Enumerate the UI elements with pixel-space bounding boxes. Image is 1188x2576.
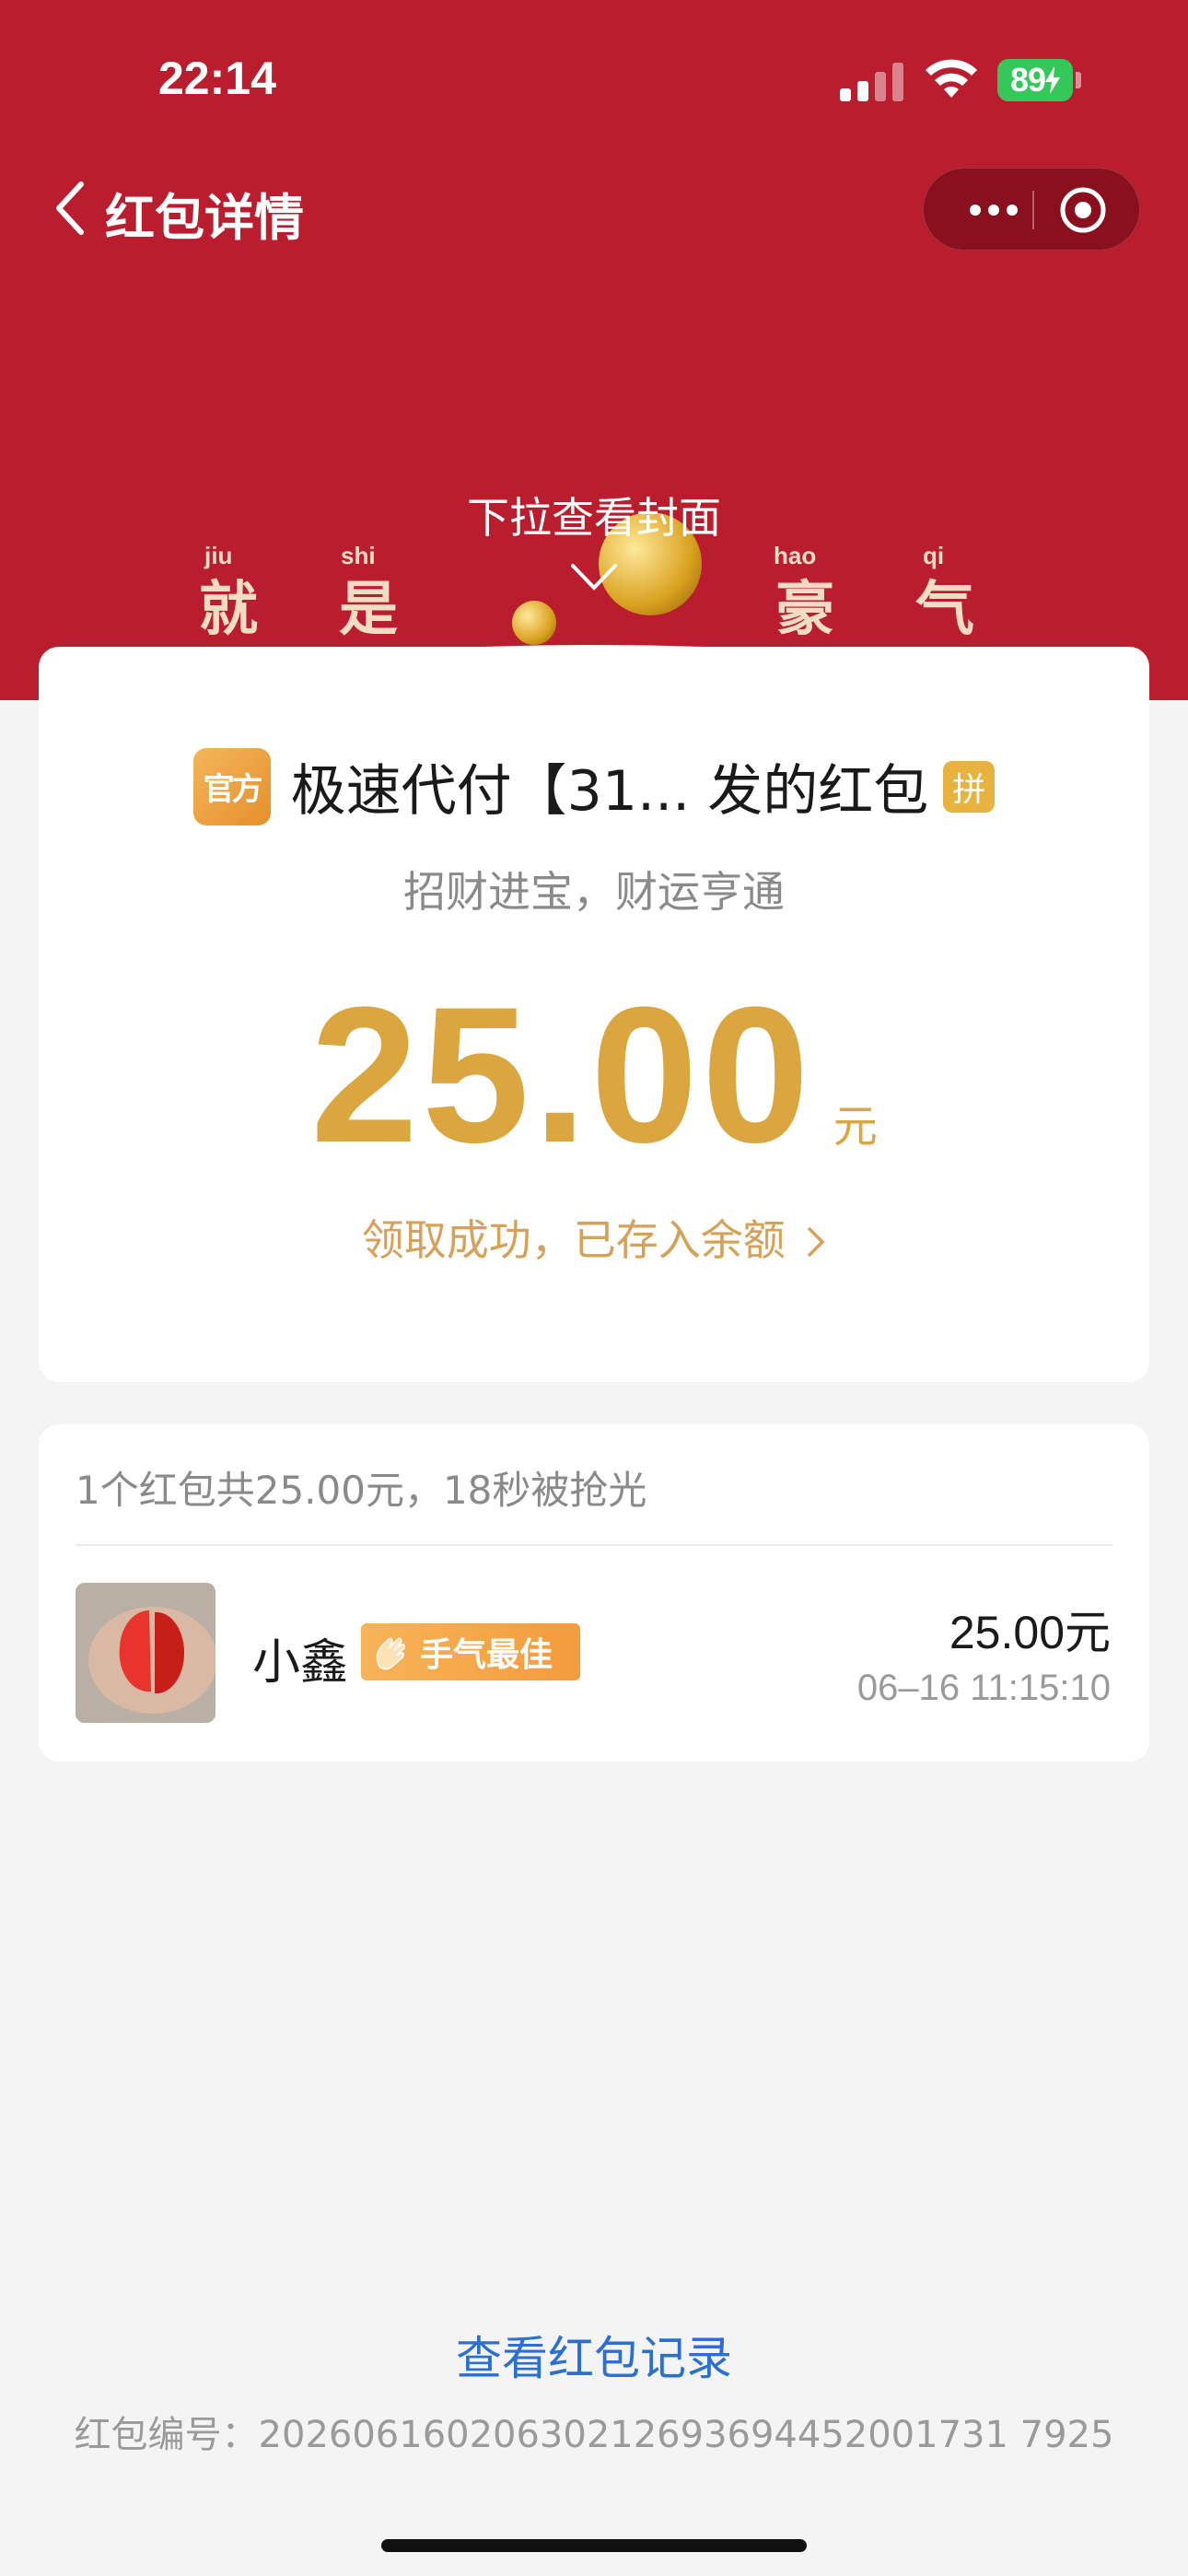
pin-tag: 拼 <box>943 760 996 813</box>
battery-indicator: 89 <box>997 59 1073 101</box>
recipient-list-card: 1个红包共25.00元，18秒被抢光 小鑫 手气最佳 25.00元 06–16 … <box>39 1424 1149 1762</box>
blessing-char-4: 气 <box>915 575 974 644</box>
header-background <box>0 0 1188 700</box>
close-mini-program-icon[interactable] <box>1058 185 1108 235</box>
deposit-status-text: 领取成功，已存入余额 <box>361 1215 786 1265</box>
pull-down-hint: 下拉查看封面 <box>467 493 721 543</box>
received-amount: 25.00 <box>310 966 813 1183</box>
battery-tip <box>1076 72 1081 88</box>
packet-id: 红包编号：20260616020630212693694452001731 79… <box>74 2414 1114 2456</box>
sender-title: 极速代付【31... 发的红包 <box>290 759 929 824</box>
chevron-right-icon <box>808 1227 825 1257</box>
gold-coin-small-icon <box>512 601 556 645</box>
avatar-image <box>76 1583 215 1723</box>
wifi-icon <box>926 59 977 98</box>
recipient-timestamp: 06–16 11:15:10 <box>856 1668 1111 1708</box>
blessing-char-1: 就 <box>199 575 258 644</box>
avatar[interactable] <box>76 1583 215 1723</box>
view-records-link[interactable]: 查看红包记录 <box>0 2322 1188 2388</box>
recipient-amount: 25.00元 <box>949 1607 1111 1658</box>
back-chevron-icon[interactable] <box>52 181 88 236</box>
deposit-status-link[interactable]: 领取成功，已存入余额 <box>39 1207 1149 1268</box>
blessing-char-2: 是 <box>339 575 398 644</box>
greeting-message: 招财进宝，财运亨通 <box>403 867 785 917</box>
packet-summary: 1个红包共25.00元，18秒被抢光 <box>76 1468 647 1513</box>
page-title: 红包详情 <box>105 189 304 247</box>
clapping-hands-icon <box>376 1637 405 1670</box>
charging-bolt-icon <box>1045 66 1061 94</box>
divider <box>76 1544 1112 1546</box>
official-badge: 官方 <box>192 747 271 825</box>
mini-program-capsule <box>923 168 1140 251</box>
battery-level: 89 <box>1009 61 1046 99</box>
best-luck-label: 手气最佳 <box>420 1636 553 1674</box>
cellular-signal-icon <box>840 61 904 101</box>
status-time: 22:14 <box>158 53 276 104</box>
chevron-down-icon <box>571 564 617 591</box>
more-options-icon[interactable] <box>957 169 1031 252</box>
sender-row: 官方 极速代付【31... 发的红包 拼 <box>39 746 1149 826</box>
amount-row: 25.00 元 <box>39 978 1149 1172</box>
recipient-name: 小鑫 <box>252 1635 349 1691</box>
home-indicator[interactable] <box>381 2539 807 2552</box>
best-luck-badge: 手气最佳 <box>361 1623 580 1680</box>
red-packet-card: 官方 极速代付【31... 发的红包 拼 招财进宝，财运亨通 25.00 元 领… <box>39 647 1149 1382</box>
amount-unit: 元 <box>833 1101 878 1153</box>
blessing-char-3: 豪 <box>775 575 834 644</box>
capsule-divider <box>1032 191 1034 229</box>
